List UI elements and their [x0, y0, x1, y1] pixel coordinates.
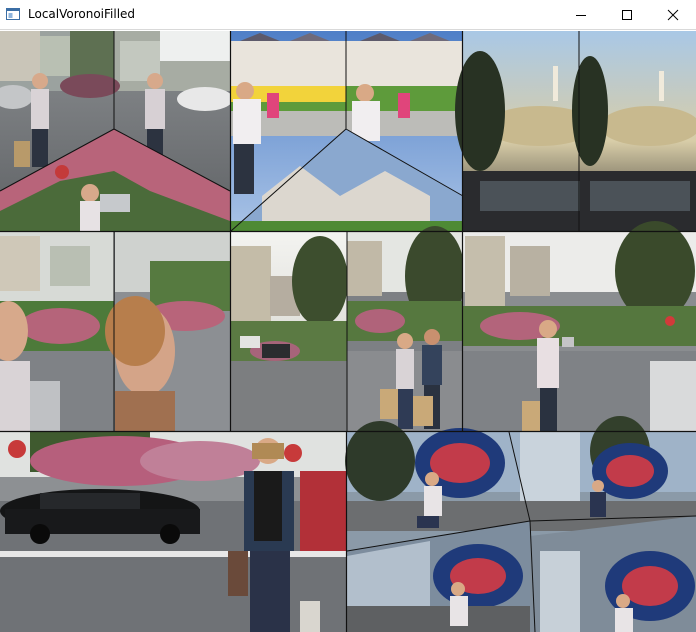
photo-hearts-sculpture: [345, 416, 696, 632]
voronoi-mosaic-canvas: [0, 31, 696, 632]
maximize-button[interactable]: [604, 0, 650, 30]
close-icon: [667, 9, 679, 21]
app-window: LocalVoronoiFilled: [0, 0, 696, 632]
photo-lombard-closeup: [0, 232, 230, 431]
photo-coit-tower: [455, 31, 696, 231]
photo-two-people: [346, 226, 465, 431]
app-icon: [6, 8, 20, 20]
close-button[interactable]: [650, 0, 696, 30]
photo-painted-ladies: [230, 31, 464, 232]
photo-woman-crossing: [463, 221, 696, 431]
minimize-icon: [576, 15, 586, 16]
title-bar[interactable]: LocalVoronoiFilled: [0, 0, 696, 30]
window-title: LocalVoronoiFilled: [28, 7, 136, 21]
photo-lombard-street-woman-split: [0, 31, 233, 231]
photo-lombard-hedge: [231, 232, 348, 431]
maximize-icon: [622, 10, 632, 20]
photo-town-car-woman: [0, 432, 347, 632]
minimize-button[interactable]: [558, 0, 604, 30]
